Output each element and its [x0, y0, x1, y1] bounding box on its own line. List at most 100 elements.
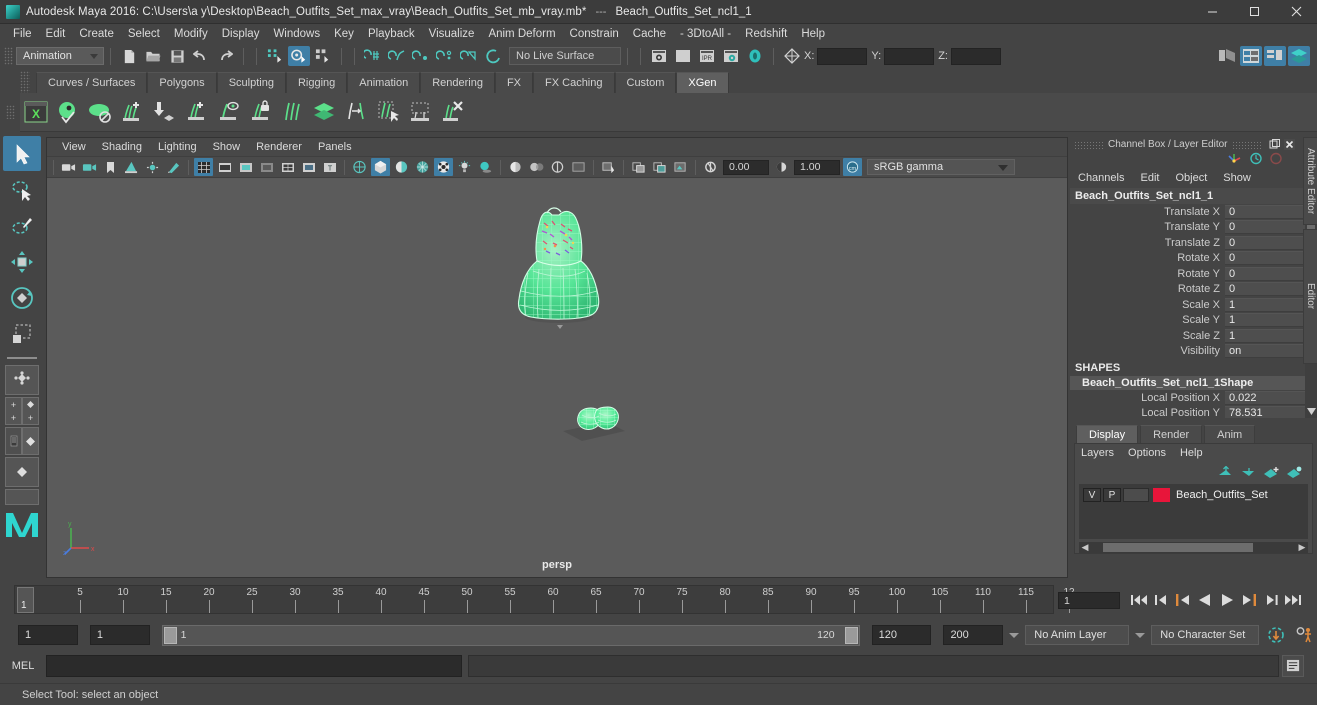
channel-menu-channels[interactable]: Channels — [1078, 172, 1132, 184]
tab-display[interactable]: Display — [1076, 425, 1139, 443]
preview-sphere-icon[interactable] — [52, 95, 84, 129]
channel-menu-edit[interactable]: Edit — [1140, 172, 1167, 184]
attribute-editor-icon[interactable] — [1240, 46, 1262, 66]
smooth-shade-all-icon[interactable] — [371, 158, 390, 176]
minimize-icon[interactable] — [1191, 0, 1233, 24]
xray-active-components-icon[interactable] — [650, 158, 669, 176]
step-forward-frame-icon[interactable] — [1238, 589, 1260, 611]
select-by-component-type-icon[interactable] — [312, 46, 334, 66]
tool-settings-icon[interactable] — [1264, 46, 1286, 66]
length-modifier-icon[interactable] — [340, 95, 372, 129]
script-editor-icon[interactable] — [1282, 655, 1304, 677]
shelf-tab-xgen[interactable]: XGen — [676, 72, 729, 93]
manipulator-axis-icon[interactable] — [1226, 152, 1243, 168]
multisample-icon[interactable] — [548, 158, 567, 176]
shelf-tab-rendering[interactable]: Rendering — [420, 72, 495, 93]
menu-redshift[interactable]: Redshift — [738, 26, 794, 42]
outliner-persp-layout-icon[interactable] — [5, 427, 39, 455]
speed-manip-icon[interactable] — [1249, 152, 1263, 168]
menu-set-selector[interactable]: Animation — [16, 47, 104, 65]
viewport-menu-panels[interactable]: Panels — [310, 141, 360, 153]
ipr-render-icon[interactable]: IPR — [696, 46, 718, 66]
grease-pencil-icon[interactable] — [164, 158, 183, 176]
go-to-start-icon[interactable] — [1128, 589, 1150, 611]
menu-visualize[interactable]: Visualize — [422, 26, 482, 42]
move-tool-icon[interactable] — [3, 244, 41, 279]
lock-guides-icon[interactable] — [244, 95, 276, 129]
safe-title-icon[interactable]: T — [320, 158, 339, 176]
shelf-options-grip[interactable] — [0, 92, 20, 132]
redo-icon[interactable] — [214, 46, 236, 66]
step-forward-key-icon[interactable] — [1260, 589, 1282, 611]
command-input-field[interactable] — [46, 655, 462, 677]
open-scene-icon[interactable] — [142, 46, 164, 66]
viewport-menu-lighting[interactable]: Lighting — [150, 141, 205, 153]
tab-render[interactable]: Render — [1140, 425, 1203, 443]
menu-cache[interactable]: Cache — [626, 26, 673, 42]
layer-type-toggle[interactable] — [1123, 488, 1149, 502]
snap-to-view-planes-icon[interactable] — [458, 46, 480, 66]
step-back-key-icon[interactable] — [1150, 589, 1172, 611]
snap-to-grid-icon[interactable] — [362, 46, 384, 66]
create-layer-from-selected-icon[interactable] — [1284, 464, 1304, 480]
gate-mask-icon[interactable] — [257, 158, 276, 176]
shelf-tab-animation[interactable]: Animation — [347, 72, 421, 93]
shelf-tab-polygons[interactable]: Polygons — [147, 72, 217, 93]
viewport-menu-shading[interactable]: Shading — [94, 141, 150, 153]
add-clump-modifier-icon[interactable] — [180, 95, 212, 129]
shelf-tab-sculpting[interactable]: Sculpting — [216, 72, 286, 93]
shelf-tab-custom[interactable]: Custom — [614, 72, 677, 93]
menu-display[interactable]: Display — [215, 26, 267, 42]
menu-file[interactable]: File — [6, 26, 39, 42]
textured-icon[interactable] — [434, 158, 453, 176]
command-language-label[interactable]: MEL — [0, 660, 46, 672]
isolate-select-icon[interactable] — [569, 158, 588, 176]
channel-box-layer-editor-icon[interactable] — [1288, 46, 1310, 66]
menu-3dtoall[interactable]: - 3DtoAll - — [673, 26, 738, 42]
side-tab-attribute-editor[interactable]: Attribute Editor — [1303, 137, 1317, 225]
create-empty-layer-icon[interactable] — [1261, 464, 1281, 480]
resolution-gate-icon[interactable] — [236, 158, 255, 176]
add-collection-icon[interactable] — [116, 95, 148, 129]
region-select-icon[interactable] — [404, 95, 436, 129]
safe-action-icon[interactable] — [299, 158, 318, 176]
select-by-hierarchy-icon[interactable] — [264, 46, 286, 66]
layered-modifier-icon[interactable] — [308, 95, 340, 129]
modeling-toolkit-icon[interactable] — [1216, 46, 1238, 66]
color-management-icon[interactable]: cm — [843, 158, 862, 176]
scale-tool-icon[interactable] — [3, 316, 41, 351]
step-back-frame-icon[interactable] — [1172, 589, 1194, 611]
select-by-object-type-icon[interactable] — [288, 46, 310, 66]
gamma-icon[interactable] — [772, 158, 791, 176]
lasso-select-tool-icon[interactable] — [3, 172, 41, 207]
new-scene-icon[interactable] — [118, 46, 140, 66]
exposure-icon[interactable] — [701, 158, 720, 176]
layer-menu-options[interactable]: Options — [1128, 447, 1166, 459]
comb-guides-icon[interactable] — [276, 95, 308, 129]
menu-create[interactable]: Create — [72, 26, 121, 42]
scroll-left-arrow-icon[interactable]: ◀ — [1079, 542, 1091, 553]
panel-grip-right[interactable] — [1231, 140, 1262, 149]
xray-icon[interactable] — [599, 158, 618, 176]
live-surface-field[interactable]: No Live Surface — [509, 47, 621, 65]
menu-modify[interactable]: Modify — [167, 26, 215, 42]
layer-scroll-thumb[interactable] — [1103, 543, 1253, 552]
coord-y-field[interactable] — [884, 47, 935, 65]
persp-graph-layout-icon[interactable] — [5, 457, 39, 487]
paint-select-tool-icon[interactable] — [3, 208, 41, 243]
anim-end-time-field[interactable]: 200 — [943, 625, 1004, 645]
shadows-icon[interactable] — [476, 158, 495, 176]
snap-to-projected-center-icon[interactable] — [434, 46, 456, 66]
shade-flat-icon[interactable] — [392, 158, 411, 176]
delete-guides-icon[interactable] — [436, 95, 468, 129]
editor-layout-icon[interactable] — [781, 46, 803, 66]
current-time-indicator[interactable]: 1 — [17, 587, 34, 613]
field-chart-icon[interactable] — [278, 158, 297, 176]
undo-icon[interactable] — [190, 46, 212, 66]
layer-playback-toggle[interactable]: P — [1103, 488, 1121, 502]
move-layer-up-icon[interactable] — [1215, 464, 1235, 480]
viewport-3d-canvas[interactable]: y x z persp — [47, 179, 1067, 577]
menu-windows[interactable]: Windows — [266, 26, 327, 42]
motion-blur-icon[interactable] — [527, 158, 546, 176]
xray-joints-icon[interactable] — [629, 158, 648, 176]
